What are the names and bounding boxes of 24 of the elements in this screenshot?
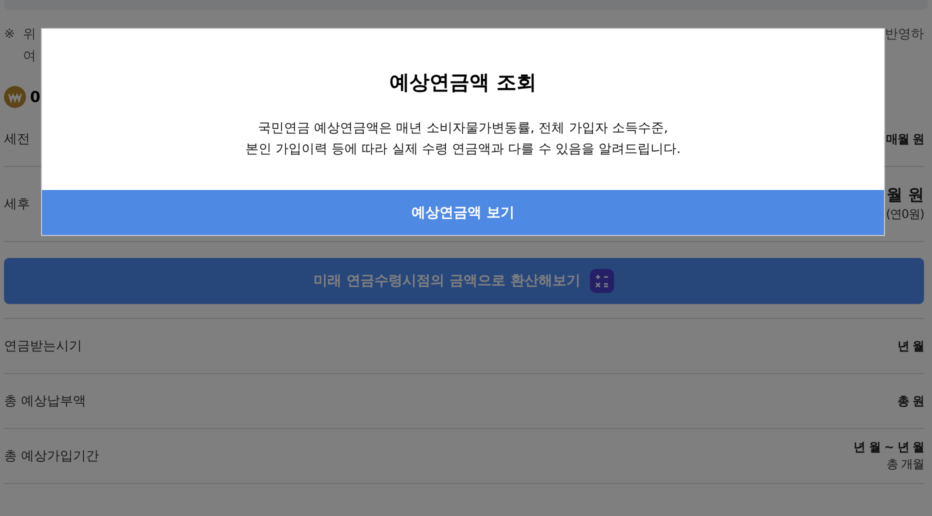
amount-value: 0	[30, 88, 40, 106]
row-subvalue: (연0원)	[886, 206, 924, 223]
note-text: 위	[22, 26, 36, 44]
row-subvalue: 총 개월	[886, 456, 924, 473]
row-value: 총 원	[897, 392, 924, 410]
row-label: 총 예상납부액	[4, 393, 86, 410]
won-coin-icon	[4, 86, 26, 108]
row-value: 년 월	[897, 338, 924, 354]
dialog-title: 예상연금액 조회	[390, 69, 536, 96]
note-mark: ※	[4, 26, 15, 44]
row-label: 세전	[4, 131, 30, 148]
convert-button[interactable]: 미래 연금수령시점의 금액으로 환산해보기	[4, 258, 924, 304]
row-value: 년 월 ~ 년 월	[854, 439, 924, 456]
dialog-message: 본인 가입이력 등에 따라 실제 수령 연금액과 다를 수 있음을 알려드립니다.	[245, 141, 681, 159]
calculator-icon	[590, 269, 614, 293]
row-label: 세후	[4, 196, 30, 213]
note-text: 반영하	[885, 26, 924, 44]
row-label: 총 예상가입기간	[4, 448, 100, 465]
row-label: 연금받는시기	[4, 338, 82, 355]
row-value: 매월 원	[886, 130, 924, 148]
view-pension-button[interactable]: 예상연금액 보기	[42, 190, 884, 235]
row-value: 월 원	[886, 185, 924, 206]
note-text: 여	[22, 48, 36, 66]
dialog-message: 국민연금 예상연금액은 매년 소비자물가변동률, 전체 가입자 소득수준,	[258, 120, 668, 138]
